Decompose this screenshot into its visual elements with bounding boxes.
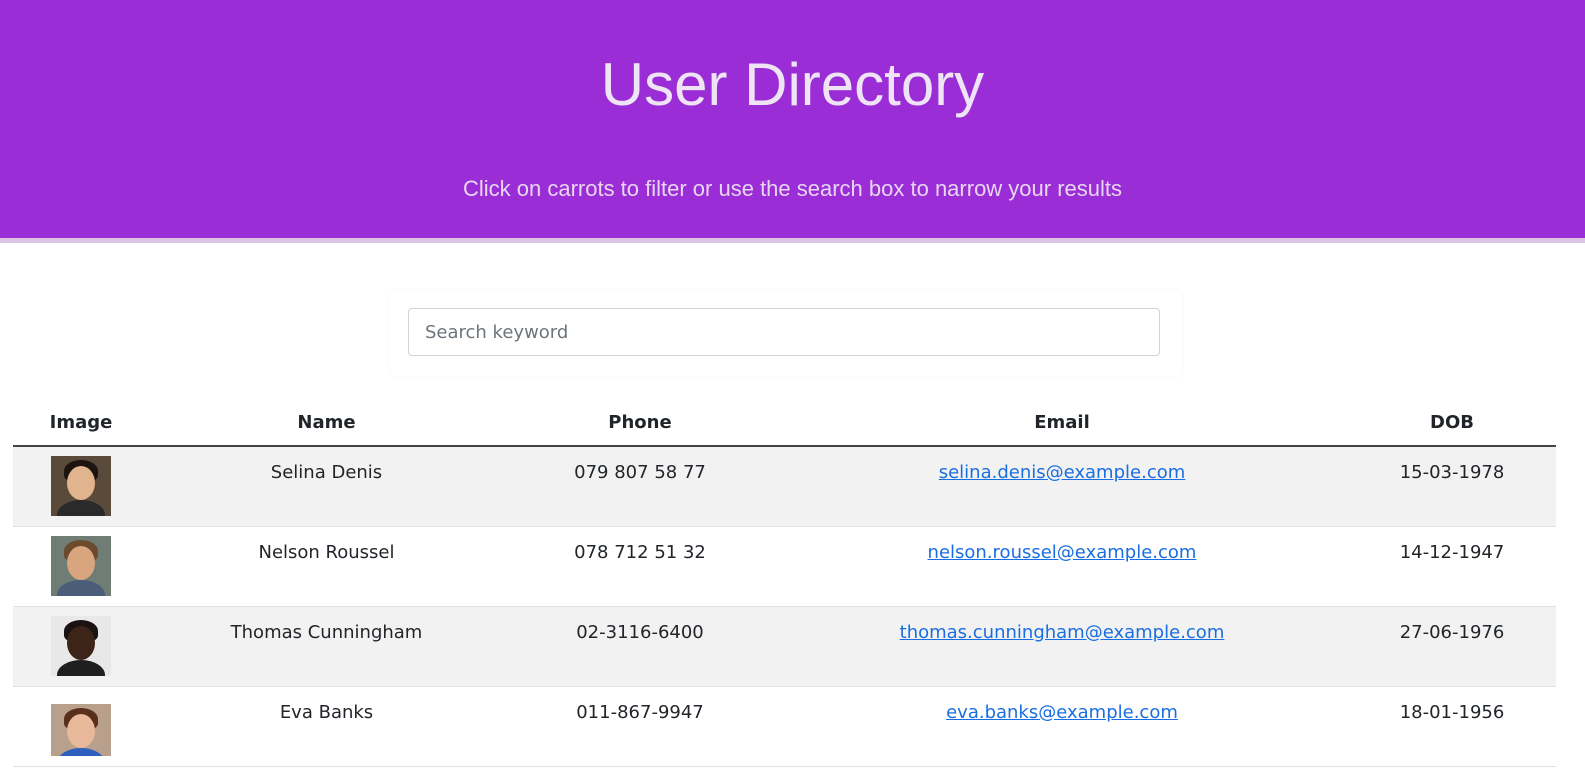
cell-dob: 18-01-1956	[1348, 686, 1556, 767]
page-header: User Directory Click on carrots to filte…	[0, 0, 1585, 243]
avatar	[51, 703, 111, 756]
cell-phone: 011-867-9947	[504, 686, 776, 767]
avatar	[51, 456, 111, 516]
page-subtitle: Click on carrots to filter or use the se…	[462, 176, 1123, 201]
cell-phone: 02-3116-6400	[504, 606, 776, 687]
email-link[interactable]: nelson.roussel@example.com	[928, 542, 1197, 563]
column-header-dob[interactable]: DOB	[1348, 400, 1556, 447]
column-header-phone[interactable]: Phone	[504, 400, 776, 447]
cell-phone: 078 712 51 32	[504, 526, 776, 607]
user-table: Image Name Phone Email DOB Selina Denis …	[13, 400, 1556, 767]
cell-name: Nelson Roussel	[149, 526, 504, 607]
cell-name: Thomas Cunningham	[149, 606, 504, 687]
cell-image	[13, 686, 149, 767]
cell-dob: 15-03-1978	[1348, 446, 1556, 527]
email-link[interactable]: selina.denis@example.com	[939, 462, 1186, 483]
search-container	[390, 290, 1182, 376]
column-header-email[interactable]: Email	[776, 400, 1348, 447]
table-row: Eva Banks 011-867-9947 eva.banks@example…	[13, 686, 1556, 767]
table-row: Selina Denis 079 807 58 77 selina.denis@…	[13, 446, 1556, 527]
table-row: Thomas Cunningham 02-3116-6400 thomas.cu…	[13, 606, 1556, 687]
cell-phone: 079 807 58 77	[504, 446, 776, 527]
cell-email: eva.banks@example.com	[776, 686, 1348, 767]
cell-email: selina.denis@example.com	[776, 446, 1348, 527]
search-input[interactable]	[408, 308, 1160, 356]
cell-image	[13, 526, 149, 607]
column-header-image[interactable]: Image	[13, 400, 149, 447]
avatar	[51, 615, 111, 676]
column-header-name[interactable]: Name	[149, 400, 504, 447]
email-link[interactable]: eva.banks@example.com	[946, 702, 1178, 723]
avatar	[51, 535, 111, 596]
cell-image	[13, 606, 149, 687]
table-row: Nelson Roussel 078 712 51 32 nelson.rous…	[13, 526, 1556, 607]
cell-email: thomas.cunningham@example.com	[776, 606, 1348, 687]
table-header-row: Image Name Phone Email DOB	[13, 400, 1556, 447]
cell-dob: 14-12-1947	[1348, 526, 1556, 607]
cell-dob: 27-06-1976	[1348, 606, 1556, 687]
cell-image	[13, 446, 149, 527]
cell-email: nelson.roussel@example.com	[776, 526, 1348, 607]
cell-name: Selina Denis	[149, 446, 504, 527]
cell-name: Eva Banks	[149, 686, 504, 767]
email-link[interactable]: thomas.cunningham@example.com	[900, 622, 1225, 643]
page-title: User Directory	[600, 51, 985, 118]
